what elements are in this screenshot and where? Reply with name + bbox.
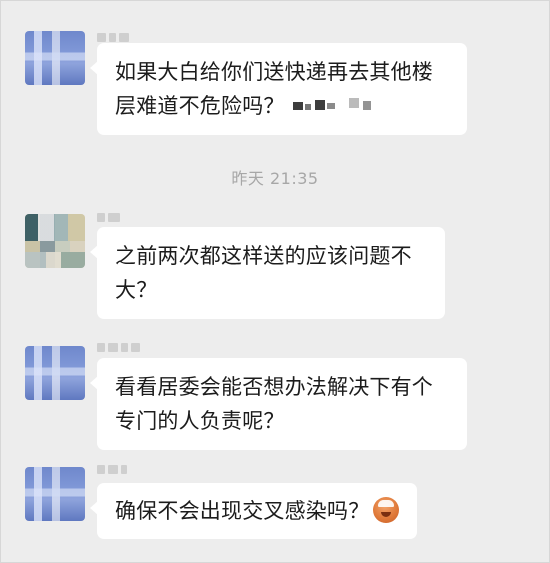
message-line: 确保不会出现交叉感染吗？ <box>115 494 401 528</box>
sender-name-blurred <box>97 463 127 475</box>
chat-screenshot: 如果大白给你们送快递再去其他楼 层难道不危险吗？ 昨天 21:35 之前两次都这… <box>0 0 550 563</box>
message-line-text: 确保不会出现交叉感染吗？ <box>115 499 370 523</box>
sender-avatar[interactable] <box>25 346 85 400</box>
message-line: 看看居委会能否想办法解决下有个 <box>115 375 433 399</box>
message-line-text: 层难道不危险吗？ <box>115 94 285 118</box>
message-line: 专门的人负责呢？ <box>115 409 285 433</box>
sender-avatar[interactable] <box>25 31 85 85</box>
sender-name-blurred <box>97 31 129 43</box>
sender-avatar[interactable] <box>25 214 85 268</box>
message-line: 如果大白给你们送快递再去其他楼 <box>115 60 433 84</box>
message-bubble[interactable]: 确保不会出现交叉感染吗？ <box>90 483 417 539</box>
timestamp-divider: 昨天 21:35 <box>231 169 319 188</box>
message-line: 层难道不危险吗？ <box>115 89 451 123</box>
message-bubble[interactable]: 之前两次都这样送的应该问题不 大？ <box>90 227 445 319</box>
message-bubble[interactable]: 如果大白给你们送快递再去其他楼 层难道不危险吗？ <box>90 43 467 135</box>
message-bubble[interactable]: 看看居委会能否想办法解决下有个 专门的人负责呢？ <box>90 358 467 450</box>
sender-avatar[interactable] <box>25 467 85 521</box>
message-line: 大？ <box>115 278 158 302</box>
message-line: 之前两次都这样送的应该问题不 <box>115 244 412 268</box>
sender-name-blurred <box>97 211 120 223</box>
redaction-mosaic <box>292 98 383 112</box>
sender-name-blurred <box>97 341 140 353</box>
fearful-face-emoji-icon <box>373 497 400 523</box>
